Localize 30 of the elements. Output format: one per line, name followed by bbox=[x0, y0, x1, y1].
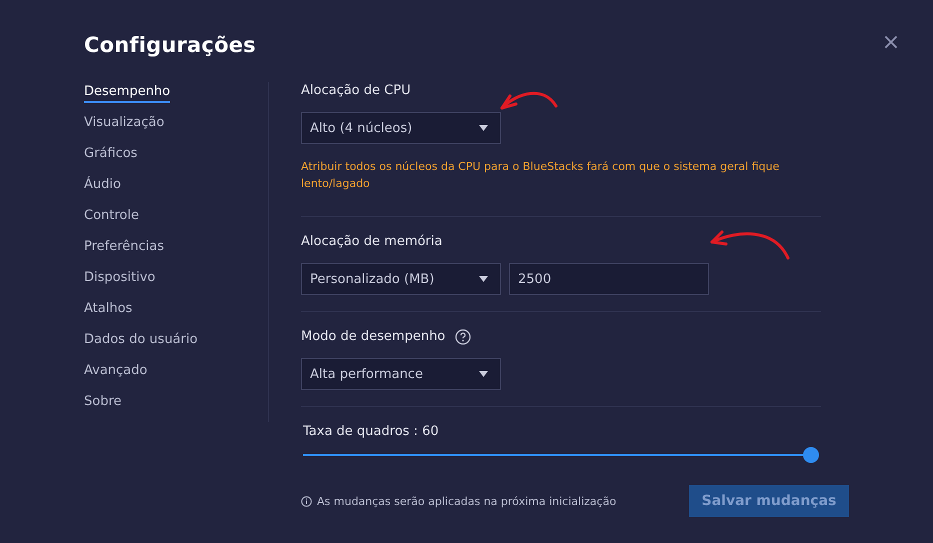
sidebar-item[interactable]: Áudio bbox=[84, 175, 121, 196]
slider-thumb[interactable] bbox=[803, 447, 819, 463]
memory-input-field[interactable]: 2500 bbox=[509, 263, 709, 295]
help-icon[interactable] bbox=[455, 329, 472, 345]
sidebar-item[interactable]: Controle bbox=[84, 206, 139, 227]
sidebar-item[interactable]: Dispositivo bbox=[84, 268, 156, 289]
frame-rate-slider[interactable] bbox=[303, 447, 821, 463]
sidebar-item[interactable]: Preferências bbox=[84, 237, 164, 258]
close-button[interactable]: × bbox=[880, 32, 902, 54]
window-title: Configurações bbox=[84, 34, 256, 56]
section-label: Alocação de CPU bbox=[301, 82, 411, 100]
sidebar-item[interactable]: Dados do usuário bbox=[84, 330, 198, 351]
sidebar-item[interactable]: Desempenho bbox=[84, 82, 170, 103]
sidebar-item[interactable]: Gráficos bbox=[84, 144, 138, 165]
section-label: Modo de desempenho bbox=[301, 328, 446, 346]
sidebar-item[interactable]: Visualização bbox=[84, 113, 164, 134]
caret-icon bbox=[479, 276, 488, 282]
section-label: Alocação de memória bbox=[301, 233, 442, 251]
caret-icon bbox=[479, 371, 488, 377]
caret-icon bbox=[479, 125, 488, 131]
dropdown[interactable]: Alto (4 núcleos) bbox=[301, 112, 501, 144]
sidebar-item[interactable]: Sobre bbox=[84, 392, 122, 413]
note-text: As mudanças serão aplicadas na próxima inicialização bbox=[317, 494, 616, 508]
sidebar-item[interactable]: Avançado bbox=[84, 361, 148, 382]
section-label: Taxa de quadros : 60 bbox=[303, 423, 439, 441]
info-icon bbox=[301, 496, 312, 506]
dropdown[interactable]: Alta performance bbox=[301, 358, 501, 390]
dropdown[interactable]: Personalizado (MB) bbox=[301, 263, 501, 295]
sidebar-item[interactable]: Atalhos bbox=[84, 299, 132, 320]
warning-text: Atribuir todos os núcleos da CPU para o BlueStacks fará com que o sistema geral fique lento/lagado bbox=[301, 159, 780, 192]
